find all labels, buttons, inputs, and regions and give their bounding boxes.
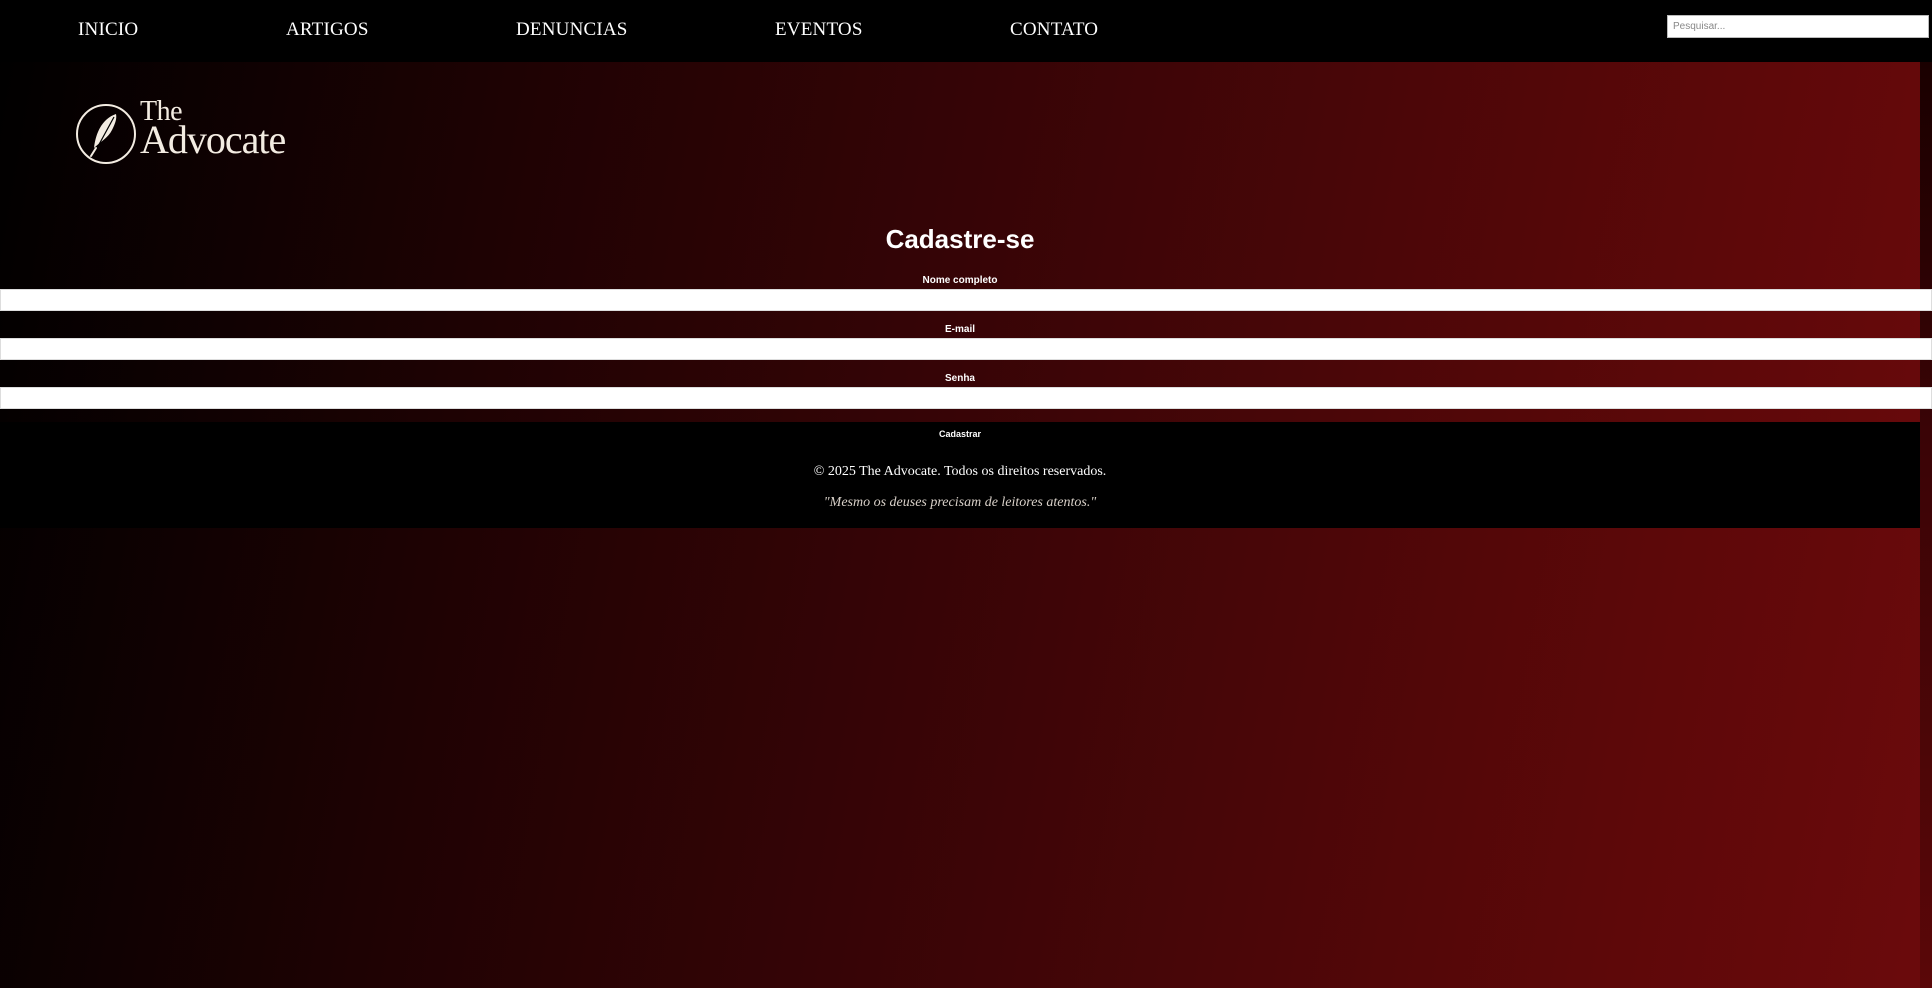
feather-quill-icon — [76, 104, 136, 164]
email-field[interactable] — [0, 338, 1932, 360]
copyright-text: © 2025 The Advocate. Todos os direitos r… — [813, 464, 1107, 479]
full-name-field[interactable] — [0, 289, 1932, 311]
nav-link-artigos[interactable]: ARTIGOS — [286, 19, 369, 41]
register-button[interactable]: Cadastrar — [0, 429, 1920, 439]
right-edge-strip — [1920, 62, 1932, 988]
nav-link-denuncias[interactable]: DENUNCIAS — [516, 19, 628, 41]
password-label: Senha — [944, 373, 975, 384]
footer: Cadastrar © 2025 The Advocate. Todos os … — [0, 422, 1920, 528]
page-title: Cadastre-se — [885, 224, 1035, 254]
top-navigation-bar: INICIO ARTIGOS DENUNCIAS EVENTOS CONTATO — [0, 0, 1932, 62]
footer-quote: "Mesmo os deuses precisam de leitores at… — [823, 495, 1097, 510]
password-field[interactable] — [0, 387, 1932, 409]
logo-wordmark: The Advocate — [140, 98, 286, 162]
nav-link-inicio[interactable]: INICIO — [78, 19, 138, 41]
logo-word-advocate: Advocate — [140, 117, 286, 162]
site-logo[interactable]: The Advocate — [76, 98, 306, 166]
full-name-label: Nome completo — [922, 275, 998, 286]
nav-link-eventos[interactable]: EVENTOS — [775, 19, 863, 41]
nav-link-contato[interactable]: CONTATO — [1010, 19, 1098, 41]
email-label: E-mail — [944, 324, 975, 335]
search-input[interactable] — [1667, 15, 1929, 38]
